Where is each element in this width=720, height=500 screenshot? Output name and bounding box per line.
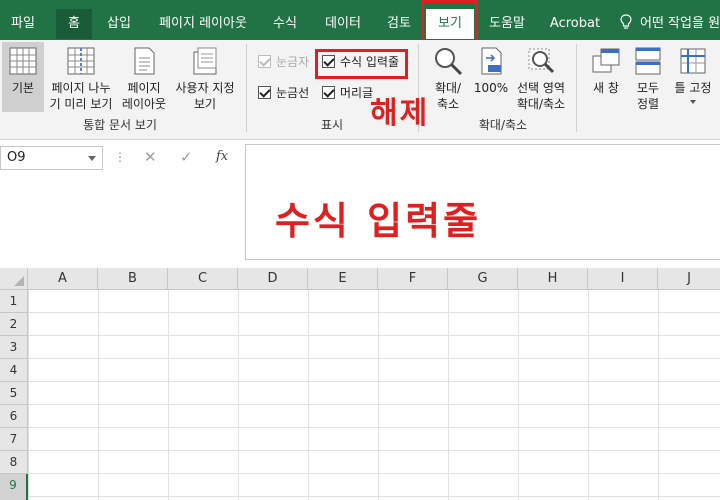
- headings-checkbox[interactable]: 머리글: [322, 84, 373, 102]
- tab-file[interactable]: 파일: [0, 9, 46, 39]
- zoom-selection-icon: [528, 48, 555, 74]
- arrange-all-label-1: 모두: [636, 81, 660, 95]
- normal-view-button[interactable]: 기본: [2, 42, 44, 112]
- column-header[interactable]: I: [588, 268, 658, 290]
- new-window-icon: [592, 48, 620, 73]
- zoom-label-1: 확대/: [434, 81, 462, 95]
- tab-help[interactable]: 도움말: [482, 9, 532, 39]
- page-layout-view-button[interactable]: 페이지 레이아웃: [118, 42, 170, 112]
- cell-area[interactable]: [28, 290, 720, 500]
- row-header[interactable]: 8: [0, 451, 28, 474]
- page-break-label-1: 페이지 나누: [51, 81, 111, 95]
- normal-view-icon: [9, 47, 37, 75]
- name-box[interactable]: O9: [0, 146, 103, 170]
- zoom-button[interactable]: 확대/ 축소: [426, 42, 470, 114]
- column-header[interactable]: H: [518, 268, 588, 290]
- ruler-check-box: [258, 55, 271, 68]
- column-header[interactable]: D: [238, 268, 308, 290]
- gridlines-checkbox[interactable]: 눈금선: [258, 84, 309, 102]
- workbook-views-group-label: 통합 문서 보기: [83, 118, 157, 132]
- freeze-panes-icon: [680, 48, 706, 74]
- ribbon-tab-bar: 파일 홈 삽입 페이지 레이아웃 수식 데이터 검토 보기 도움말 Acroba…: [0, 0, 720, 40]
- name-box-value: O9: [7, 150, 26, 165]
- freeze-panes-label: 틀 고정: [674, 81, 712, 95]
- custom-views-button[interactable]: 사용자 지정 보기: [172, 42, 238, 112]
- zoom-group-label: 확대/축소: [478, 118, 528, 132]
- tell-me-text: 어떤 작업을 원: [640, 16, 720, 31]
- row-header[interactable]: 4: [0, 359, 28, 382]
- tab-insert[interactable]: 삽입: [98, 9, 140, 39]
- tab-review[interactable]: 검토: [380, 9, 418, 39]
- ruler-label: 눈금자: [276, 55, 310, 69]
- zoom-100-label: 100%: [473, 81, 509, 95]
- zoom-100-icon: [481, 47, 502, 75]
- normal-view-label: 기본: [11, 81, 35, 95]
- page-layout-label-2: 레이아웃: [121, 97, 167, 111]
- page-break-preview-button[interactable]: 페이지 나누 기 미리 보기: [46, 42, 116, 112]
- page-layout-view-icon: [134, 47, 155, 75]
- custom-views-label-1: 사용자 지정: [175, 81, 235, 95]
- column-header[interactable]: F: [378, 268, 448, 290]
- show-group-label: 표시: [320, 118, 344, 132]
- insert-function-icon[interactable]: fx: [216, 149, 228, 164]
- confirm-icon[interactable]: ✓: [180, 148, 193, 166]
- freeze-panes-button[interactable]: 틀 고정: [668, 42, 718, 114]
- arrange-all-button[interactable]: 모두 정렬: [630, 42, 666, 114]
- gridlines-check-box: [258, 86, 271, 99]
- arrange-all-label-2: 정렬: [636, 97, 660, 111]
- zoom-to-selection-button[interactable]: 선택 영역 확대/축소: [512, 42, 570, 114]
- formula-bar-area: O9 ⋮ ✕ ✓ fx 수식 입력줄: [0, 140, 720, 260]
- zoom-selection-label-1: 선택 영역: [517, 81, 565, 95]
- zoom-100-button[interactable]: 100%: [472, 42, 510, 114]
- tab-page-layout[interactable]: 페이지 레이아웃: [148, 9, 258, 39]
- release-annotation: 해제: [370, 96, 430, 131]
- tell-me-box[interactable]: 어떤 작업을 원: [620, 9, 720, 39]
- view-tab-highlight: [421, 0, 478, 44]
- zoom-label-2: 축소: [436, 97, 460, 111]
- chevron-down-icon: [690, 100, 696, 104]
- row-header[interactable]: 3: [0, 336, 28, 359]
- tab-acrobat[interactable]: Acrobat: [544, 9, 606, 39]
- row-header[interactable]: 2: [0, 313, 28, 336]
- column-header[interactable]: G: [448, 268, 518, 290]
- headings-check-box: [322, 86, 335, 99]
- formula-bar-annotation: 수식 입력줄: [275, 199, 482, 243]
- row-header[interactable]: 1: [0, 290, 28, 313]
- cancel-icon[interactable]: ✕: [144, 148, 157, 166]
- lightbulb-icon: [620, 14, 632, 29]
- column-header[interactable]: J: [658, 268, 720, 290]
- page-break-preview-icon: [67, 47, 95, 75]
- column-header[interactable]: B: [98, 268, 168, 290]
- select-all-button[interactable]: [0, 268, 28, 290]
- arrange-all-icon: [635, 47, 661, 75]
- custom-views-label-2: 보기: [193, 97, 217, 111]
- new-window-label: 새 창: [593, 81, 619, 95]
- ruler-checkbox[interactable]: 눈금자: [258, 53, 309, 71]
- magnifier-icon: [435, 48, 463, 76]
- new-window-button[interactable]: 새 창: [586, 42, 626, 114]
- gridlines-label: 눈금선: [276, 86, 310, 100]
- chevron-down-icon[interactable]: [88, 156, 96, 161]
- worksheet-grid: A B C D E F G H I J 1 2 3 4 5 6 7 8 9: [0, 268, 720, 500]
- headings-label: 머리글: [340, 86, 374, 100]
- tab-home[interactable]: 홈: [56, 9, 92, 39]
- group-separator: [246, 44, 247, 132]
- row-header[interactable]: 7: [0, 428, 28, 451]
- group-separator: [576, 44, 577, 132]
- custom-views-icon: [193, 47, 217, 75]
- row-header[interactable]: 6: [0, 405, 28, 428]
- zoom-selection-label-2: 확대/축소: [516, 97, 566, 111]
- column-header[interactable]: A: [28, 268, 98, 290]
- column-header[interactable]: C: [168, 268, 238, 290]
- page-break-label-2: 기 미리 보기: [49, 97, 113, 111]
- row-header[interactable]: 5: [0, 382, 28, 405]
- page-layout-label-1: 페이지: [127, 81, 161, 95]
- tab-data[interactable]: 데이터: [316, 9, 370, 39]
- formula-bar-dots-icon: ⋮: [114, 150, 126, 164]
- tab-formulas[interactable]: 수식: [266, 9, 304, 39]
- column-header[interactable]: E: [308, 268, 378, 290]
- row-header[interactable]: 9: [0, 474, 28, 500]
- formula-bar-checkbox-highlight: [315, 49, 408, 79]
